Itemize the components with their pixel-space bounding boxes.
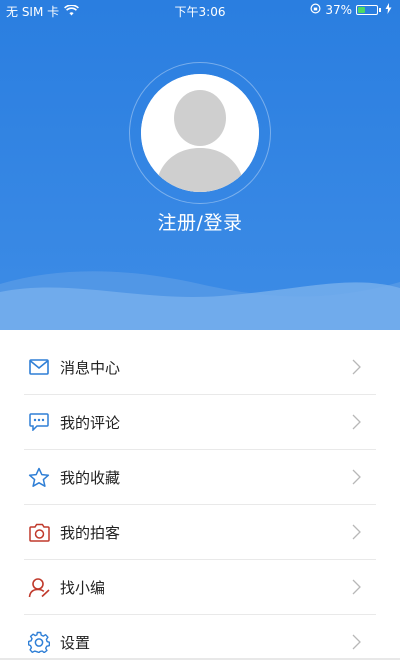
user-icon: [28, 576, 50, 598]
chevron-right-icon: [352, 634, 361, 650]
default-user-silhouette-icon: [141, 74, 259, 192]
mail-icon: [28, 356, 50, 378]
menu-item-label: 我的收藏: [60, 468, 121, 487]
orientation-lock-icon: [310, 3, 321, 17]
chevron-right-icon: [352, 469, 361, 485]
menu-list: 消息中心 我的评论 我的收藏 我的拍客 找小编 设置: [0, 340, 400, 660]
menu-item-label: 我的拍客: [60, 523, 121, 542]
battery-percent: 37%: [325, 3, 352, 17]
menu-item-contact-editor[interactable]: 找小编: [24, 560, 376, 615]
menu-item-comments[interactable]: 我的评论: [24, 395, 376, 450]
star-icon: [28, 466, 50, 488]
menu-item-label: 找小编: [60, 578, 106, 597]
comment-icon: [28, 411, 50, 433]
charging-bolt-icon: [385, 3, 392, 17]
menu-item-my-photos[interactable]: 我的拍客: [24, 505, 376, 560]
chevron-right-icon: [352, 359, 361, 375]
menu-item-settings[interactable]: 设置: [24, 615, 376, 660]
battery-tip: [379, 8, 381, 12]
battery-icon: [356, 5, 378, 15]
chevron-right-icon: [352, 579, 361, 595]
menu-item-messages[interactable]: 消息中心: [24, 340, 376, 395]
gear-icon: [28, 631, 50, 653]
chevron-right-icon: [352, 524, 361, 540]
camera-icon: [28, 521, 50, 543]
login-register-link[interactable]: 注册/登录: [0, 208, 400, 235]
menu-item-label: 消息中心: [60, 358, 121, 377]
chevron-right-icon: [352, 414, 361, 430]
menu-item-favorites[interactable]: 我的收藏: [24, 450, 376, 505]
menu-item-label: 我的评论: [60, 413, 121, 432]
profile-screen: 无 SIM 卡 下午3:06 37% 注册/登录 消息中心 我的评论 我的收藏 …: [0, 0, 400, 660]
status-bar: 无 SIM 卡 下午3:06 37%: [0, 0, 400, 22]
profile-header: 无 SIM 卡 下午3:06 37% 注册/登录: [0, 0, 400, 330]
avatar[interactable]: [141, 74, 259, 192]
header-wave-decoration: [0, 271, 400, 330]
menu-item-label: 设置: [60, 633, 91, 652]
